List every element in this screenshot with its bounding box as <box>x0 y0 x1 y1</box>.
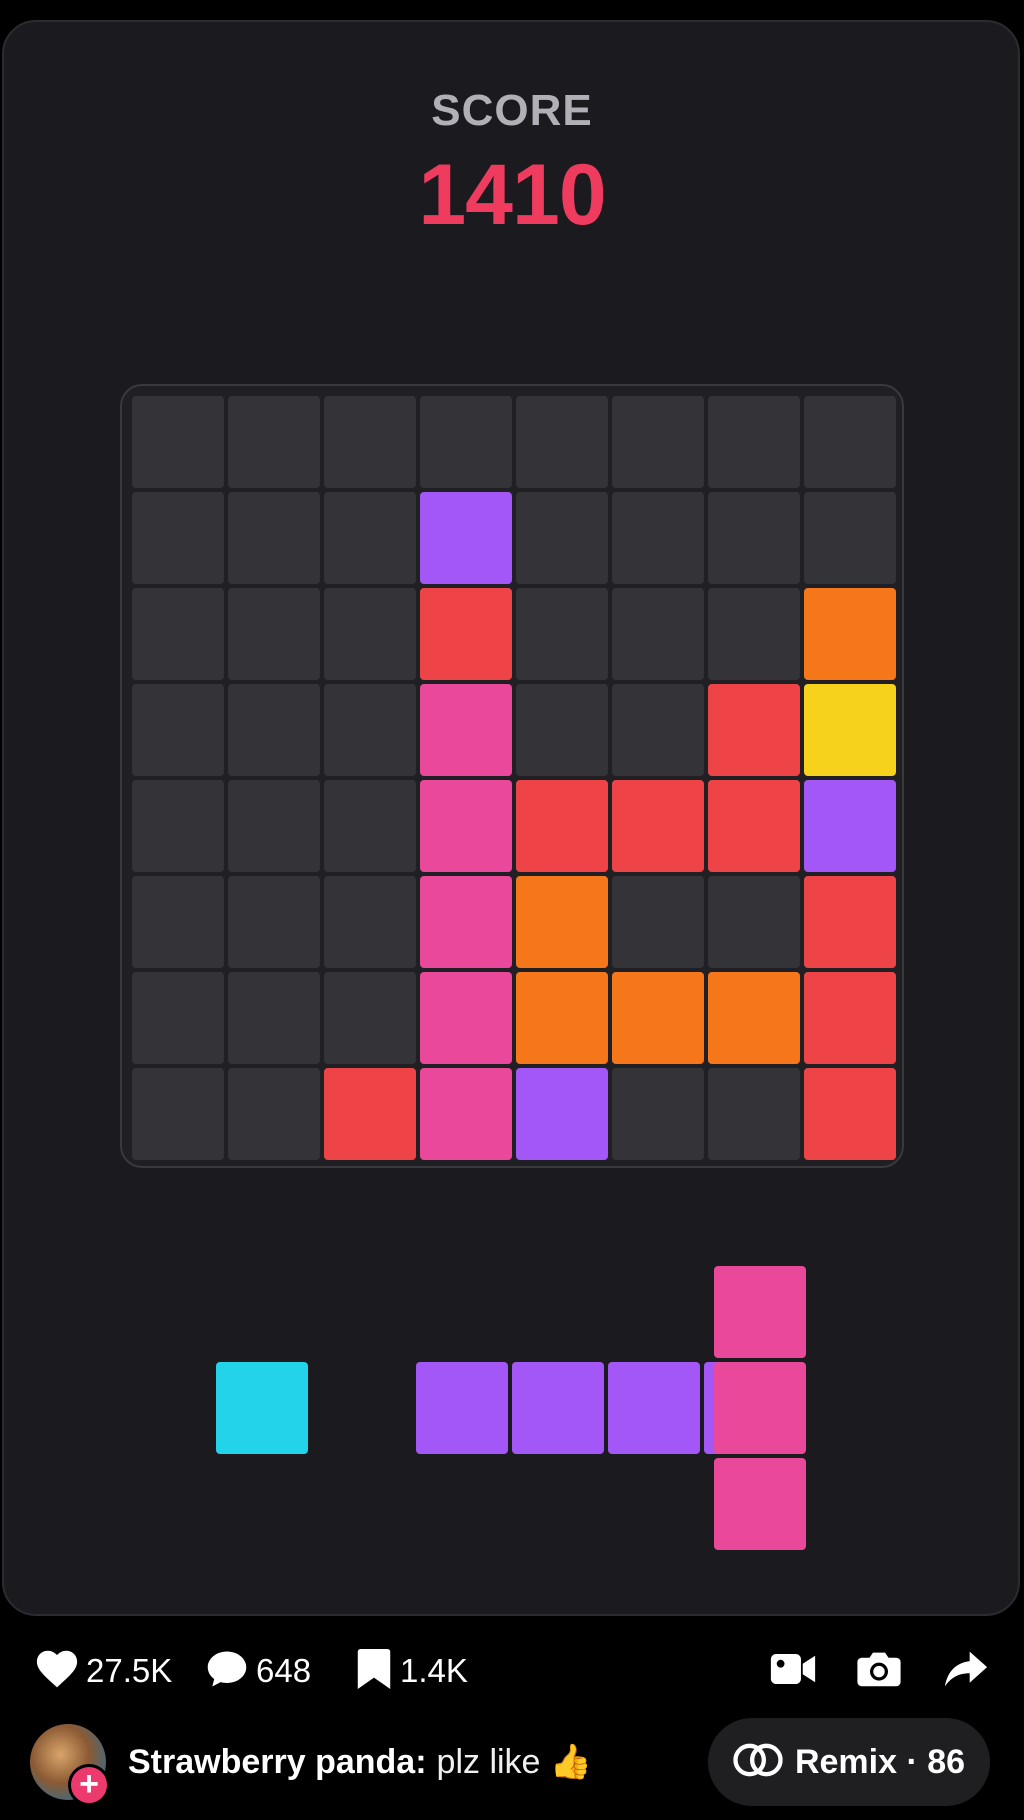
board-cell-red[interactable] <box>420 588 512 680</box>
board-cell-empty[interactable] <box>612 1068 704 1160</box>
board-cell-empty[interactable] <box>708 876 800 968</box>
board-cell-pink[interactable] <box>420 972 512 1064</box>
board-cell-red[interactable] <box>708 684 800 776</box>
board-cell-empty[interactable] <box>228 684 320 776</box>
board-cell-empty[interactable] <box>708 396 800 488</box>
board-cell-empty[interactable] <box>708 588 800 680</box>
board-cell-empty[interactable] <box>228 492 320 584</box>
board-cell-empty[interactable] <box>228 1068 320 1160</box>
horizontal-line-piece-cell[interactable] <box>416 1362 508 1454</box>
board-cell-empty[interactable] <box>516 684 608 776</box>
vertical-line-piece-cell[interactable] <box>714 1266 806 1358</box>
video-camera-icon <box>770 1651 816 1692</box>
heart-icon <box>36 1649 78 1694</box>
board-cell-empty[interactable] <box>132 396 224 488</box>
comment-stat[interactable]: 648 <box>206 1648 311 1694</box>
board-cell-purple[interactable] <box>804 780 896 872</box>
board-cell-orange[interactable] <box>516 972 608 1064</box>
horizontal-line-piece-cell[interactable] <box>608 1362 700 1454</box>
board-cell-empty[interactable] <box>228 780 320 872</box>
board-cell-empty[interactable] <box>228 588 320 680</box>
board-cell-empty[interactable] <box>324 588 416 680</box>
board-cell-empty[interactable] <box>612 876 704 968</box>
camera-icon <box>856 1650 902 1693</box>
board-cell-empty[interactable] <box>516 492 608 584</box>
board-cell-empty[interactable] <box>324 780 416 872</box>
board-cell-empty[interactable] <box>324 492 416 584</box>
board-cell-red[interactable] <box>708 780 800 872</box>
remix-icon <box>733 1743 783 1782</box>
board-cell-empty[interactable] <box>804 492 896 584</box>
board-cell-orange[interactable] <box>612 972 704 1064</box>
share-button[interactable] <box>944 1648 988 1694</box>
board-cell-empty[interactable] <box>228 876 320 968</box>
board-cell-empty[interactable] <box>132 588 224 680</box>
bookmark-icon <box>356 1648 392 1695</box>
avatar[interactable]: + <box>30 1724 110 1806</box>
board-cell-empty[interactable] <box>324 396 416 488</box>
board-cell-red[interactable] <box>804 972 896 1064</box>
game-board[interactable] <box>120 384 904 1168</box>
comment-icon <box>206 1649 248 1694</box>
board-cell-empty[interactable] <box>228 396 320 488</box>
score-value: 1410 <box>418 147 606 243</box>
photo-button[interactable] <box>856 1648 902 1694</box>
author-name[interactable]: Strawberry panda: <box>128 1743 427 1782</box>
board-cell-empty[interactable] <box>132 972 224 1064</box>
board-cell-empty[interactable] <box>516 396 608 488</box>
board-cell-empty[interactable] <box>324 876 416 968</box>
like-count: 27.5K <box>86 1652 173 1689</box>
board-cell-red[interactable] <box>612 780 704 872</box>
board-cell-empty[interactable] <box>612 588 704 680</box>
record-button[interactable] <box>770 1648 816 1694</box>
board-cell-empty[interactable] <box>612 684 704 776</box>
like-stat[interactable]: 27.5K <box>36 1648 172 1694</box>
board-cell-pink[interactable] <box>420 780 512 872</box>
vertical-line-piece-cell[interactable] <box>714 1362 806 1454</box>
board-cell-empty[interactable] <box>804 396 896 488</box>
board-cell-empty[interactable] <box>708 492 800 584</box>
save-count: 1.4K <box>400 1652 468 1689</box>
board-cell-yellow[interactable] <box>804 684 896 776</box>
post-caption: plz like 👍 <box>436 1743 593 1781</box>
board-cell-empty[interactable] <box>132 876 224 968</box>
board-cell-pink[interactable] <box>420 1068 512 1160</box>
board-cell-pink[interactable] <box>420 876 512 968</box>
board-cell-red[interactable] <box>324 1068 416 1160</box>
board-cell-empty[interactable] <box>132 780 224 872</box>
board-cell-empty[interactable] <box>612 396 704 488</box>
board-cell-empty[interactable] <box>612 492 704 584</box>
horizontal-line-piece-cell[interactable] <box>512 1362 604 1454</box>
author-row: + Strawberry panda: plz like 👍 <box>30 1722 593 1806</box>
share-icon <box>944 1650 988 1693</box>
board-cell-purple[interactable] <box>516 1068 608 1160</box>
board-cell-orange[interactable] <box>516 876 608 968</box>
board-cell-purple[interactable] <box>420 492 512 584</box>
board-cell-empty[interactable] <box>132 1068 224 1160</box>
board-cell-empty[interactable] <box>132 684 224 776</box>
comment-count: 648 <box>256 1652 312 1689</box>
single-block-piece-cell[interactable] <box>216 1362 308 1454</box>
board-cell-empty[interactable] <box>516 588 608 680</box>
vertical-line-piece-cell[interactable] <box>714 1458 806 1550</box>
board-cell-empty[interactable] <box>324 972 416 1064</box>
board-cell-red[interactable] <box>804 1068 896 1160</box>
board-cell-empty[interactable] <box>420 396 512 488</box>
board-cell-orange[interactable] <box>708 972 800 1064</box>
remix-button[interactable]: Remix · 86 <box>708 1718 990 1806</box>
board-cell-empty[interactable] <box>708 1068 800 1160</box>
board-cell-empty[interactable] <box>228 972 320 1064</box>
score-label: SCORE <box>431 86 593 135</box>
follow-plus-icon[interactable]: + <box>68 1764 110 1806</box>
board-cell-orange[interactable] <box>804 588 896 680</box>
board-cell-pink[interactable] <box>420 684 512 776</box>
board-cell-red[interactable] <box>516 780 608 872</box>
save-stat[interactable]: 1.4K <box>356 1648 468 1694</box>
board-cell-red[interactable] <box>804 876 896 968</box>
board-cell-empty[interactable] <box>132 492 224 584</box>
board-cell-empty[interactable] <box>324 684 416 776</box>
remix-label: Remix · 86 <box>794 1742 966 1781</box>
